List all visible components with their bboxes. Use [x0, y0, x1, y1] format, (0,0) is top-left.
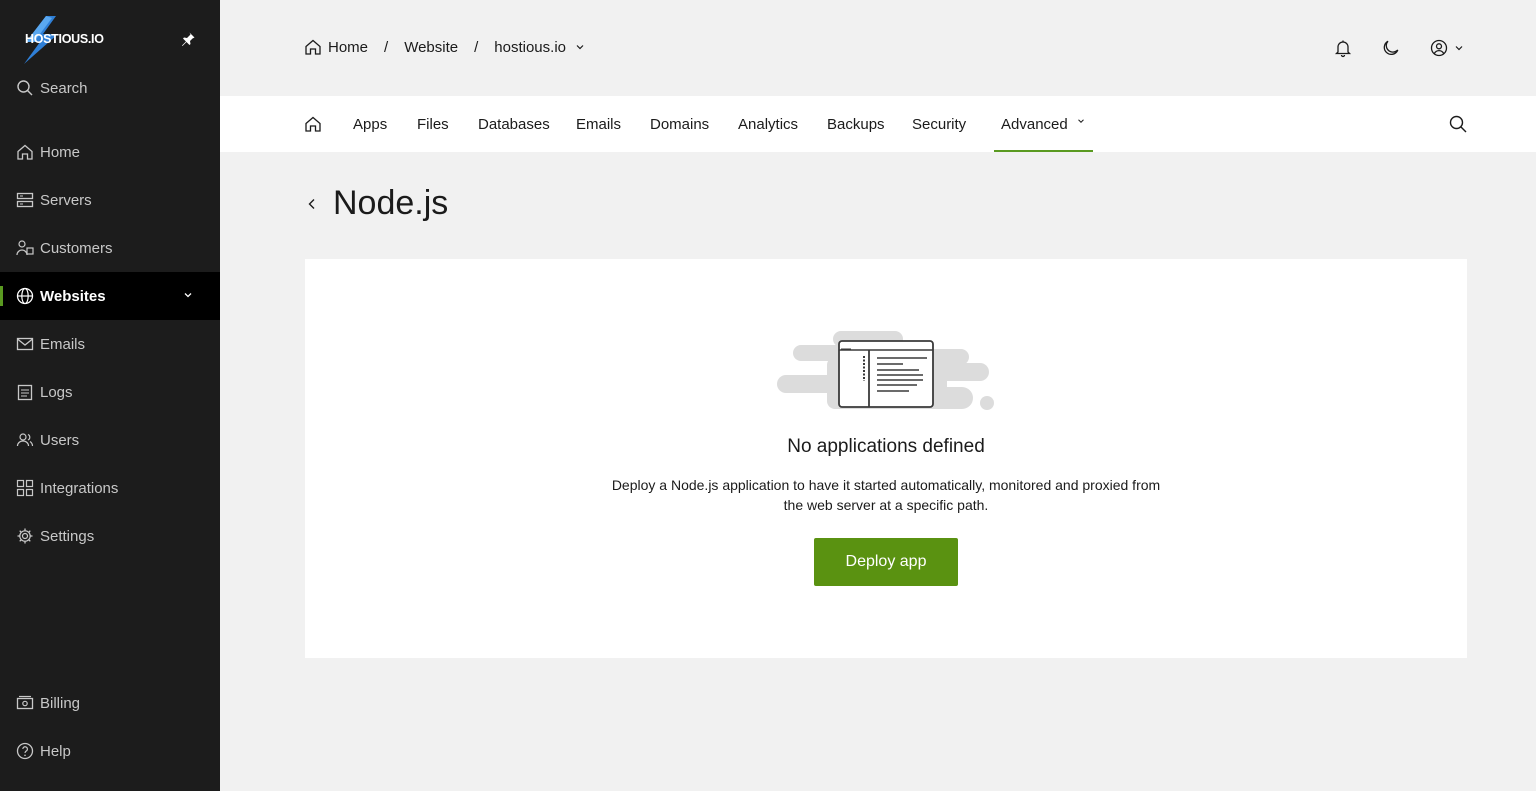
empty-state-card: No applications defined Deploy a Node.js… — [305, 259, 1467, 658]
breadcrumb-home[interactable]: Home — [328, 39, 368, 56]
sidebar-item-emails[interactable]: Emails — [0, 320, 220, 368]
chevron-down-icon[interactable] — [1453, 42, 1465, 54]
chevron-down-icon — [1077, 119, 1084, 123]
help-icon — [16, 742, 34, 760]
empty-state-description: Deploy a Node.js application to have it … — [611, 477, 1161, 513]
chevron-down-icon[interactable] — [182, 289, 194, 301]
user-account-icon[interactable] — [1429, 38, 1449, 58]
tab-label: Analytics — [738, 115, 799, 133]
search-icon[interactable] — [1448, 114, 1468, 134]
tab-label: Security — [912, 115, 967, 133]
mail-icon — [16, 337, 34, 351]
customers-icon — [16, 240, 34, 256]
sidebar-item-logs[interactable]: Logs — [0, 368, 220, 416]
home-icon — [17, 144, 33, 160]
breadcrumb-separator: / — [474, 38, 479, 56]
sidebar-item-label: Servers — [40, 191, 92, 209]
sidebar-item-integrations[interactable]: Integrations — [0, 464, 220, 512]
tab-emails[interactable]: Emails — [576, 96, 621, 152]
home-icon[interactable] — [304, 38, 322, 56]
sidebar-item-settings[interactable]: Settings — [0, 512, 220, 560]
billing-icon — [16, 695, 34, 710]
sidebar-item-help[interactable]: Help — [0, 727, 220, 775]
tab-label: Files — [417, 115, 449, 133]
sidebar-item-label: Websites — [40, 287, 106, 305]
page-title: Node.js — [333, 184, 449, 222]
tab-label: Advanced — [1001, 115, 1068, 133]
back-chevron-icon[interactable] — [304, 196, 320, 212]
sidebar-item-label: Help — [40, 742, 71, 760]
users-icon — [16, 433, 34, 447]
sidebar-item-customers[interactable]: Customers — [0, 224, 220, 272]
sidebar-item-label: Home — [40, 143, 81, 161]
tab-files[interactable]: Files — [417, 96, 449, 152]
breadcrumb-separator: / — [384, 38, 389, 56]
sidebar-item-billing[interactable]: Billing — [0, 679, 220, 727]
empty-state-title: No applications defined — [787, 436, 985, 457]
sidebar-item-label: Customers — [40, 239, 113, 257]
breadcrumb-website[interactable]: Website — [404, 39, 458, 56]
breadcrumb: Home / Website / hostious.io — [304, 38, 586, 56]
pin-icon[interactable] — [180, 31, 196, 47]
bell-icon[interactable] — [1333, 38, 1353, 58]
sidebar-item-label: Billing — [40, 694, 81, 712]
sidebar-search-label: Search — [40, 79, 88, 97]
deploy-app-button[interactable]: Deploy app — [814, 538, 958, 586]
tab-domains[interactable]: Domains — [650, 96, 709, 152]
home-icon[interactable] — [304, 115, 322, 133]
sidebar-item-label: Settings — [40, 527, 95, 545]
tab-label: Domains — [650, 115, 710, 133]
tab-databases[interactable]: Databases — [478, 96, 550, 152]
sidebar-item-label: Integrations — [40, 479, 119, 497]
gear-icon — [17, 528, 33, 544]
search-icon — [17, 80, 33, 96]
breadcrumb-domain[interactable]: hostious.io — [494, 39, 566, 56]
sidebar-item-users[interactable]: Users — [0, 416, 220, 464]
website-tabs: Apps Files Databases Emails Domains Anal… — [220, 96, 1536, 152]
tab-apps[interactable]: Apps — [353, 96, 387, 152]
sidebar-item-label: Users — [40, 431, 80, 449]
tab-label: Backups — [827, 115, 885, 133]
top-header: Home / Website / hostious.io — [220, 0, 1536, 96]
empty-app-illustration — [777, 331, 994, 410]
globe-icon — [16, 287, 34, 305]
hostious-logo[interactable]: HOSTIOUS.IO — [18, 16, 118, 64]
tab-security[interactable]: Security — [912, 96, 966, 152]
sidebar-search[interactable]: Search — [0, 72, 220, 104]
tab-advanced[interactable]: Advanced — [994, 96, 1093, 152]
tab-label: Apps — [353, 115, 388, 133]
tab-backups[interactable]: Backups — [827, 96, 885, 152]
moon-icon[interactable] — [1381, 38, 1401, 58]
sidebar-item-servers[interactable]: Servers — [0, 176, 220, 224]
sidebar: HOSTIOUS.IO Search Home Servers Customer… — [0, 0, 220, 791]
integrations-icon — [16, 479, 34, 497]
tab-analytics[interactable]: Analytics — [738, 96, 798, 152]
sidebar-item-label: Emails — [40, 335, 86, 353]
logo-text: HOSTIOUS.IO — [25, 32, 104, 46]
tab-label: Emails — [576, 115, 622, 133]
tab-label: Databases — [478, 115, 550, 133]
logs-icon — [17, 384, 33, 401]
sidebar-item-label: Logs — [40, 383, 73, 401]
server-icon — [16, 192, 34, 208]
chevron-down-icon[interactable] — [574, 41, 586, 53]
sidebar-item-websites[interactable]: Websites — [0, 272, 220, 320]
sidebar-item-home[interactable]: Home — [0, 128, 220, 176]
